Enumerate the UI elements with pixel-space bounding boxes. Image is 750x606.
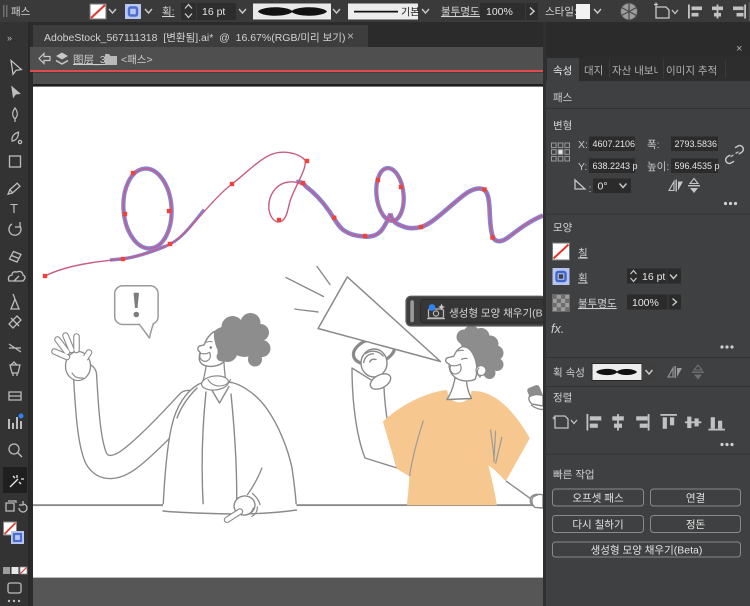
svg-text:획:: 획: — [162, 6, 175, 18]
svg-text:생성형 모양 채우기(Beta): 생성형 모양 채우기(Beta) — [591, 545, 703, 557]
svg-text:획 속성: 획 속성 — [553, 367, 585, 379]
svg-text:칠: 칠 — [578, 248, 588, 260]
svg-text:0°: 0° — [598, 181, 608, 193]
svg-text:스타일:: 스타일: — [545, 5, 577, 18]
svg-text:불투명도: 불투명도 — [578, 298, 617, 310]
svg-text:2793.5836: 2793.5836 — [675, 139, 718, 149]
svg-text:불투명도:: 불투명도: — [441, 6, 483, 18]
svg-text:4607.2106: 4607.2106 — [593, 139, 636, 149]
svg-text:높이:: 높이: — [647, 161, 669, 173]
svg-text:획: 획 — [578, 273, 588, 285]
svg-text:16 pt: 16 pt — [642, 271, 665, 283]
svg-text:기본: 기본 — [401, 7, 419, 19]
svg-text:정렬: 정렬 — [553, 391, 572, 404]
svg-text:폭:: 폭: — [647, 139, 660, 151]
svg-text:정돈: 정돈 — [686, 519, 706, 531]
svg-text:빠른 작업: 빠른 작업 — [553, 468, 595, 481]
svg-text::: : — [589, 183, 592, 195]
svg-text:오프셋 패스: 오프셋 패스 — [572, 493, 624, 505]
svg-text:모양: 모양 — [553, 222, 573, 234]
svg-text:638.2243 p: 638.2243 p — [593, 161, 638, 171]
svg-text:596.4535 p: 596.4535 p — [675, 161, 720, 171]
svg-text:100%: 100% — [632, 297, 659, 309]
svg-text:패스: 패스 — [11, 6, 31, 18]
svg-text:»: » — [7, 33, 12, 43]
svg-text:100%: 100% — [486, 6, 513, 18]
svg-text:연결: 연결 — [686, 493, 705, 505]
svg-text:16 pt: 16 pt — [202, 6, 225, 18]
svg-text:다시 칠하기: 다시 칠하기 — [572, 518, 623, 531]
svg-text:X:: X: — [578, 139, 588, 151]
svg-text:생성형 모양 채우기(B: 생성형 모양 채우기(B — [449, 308, 543, 320]
svg-text:fx.: fx. — [551, 322, 564, 336]
svg-text:T: T — [10, 201, 18, 216]
svg-text:Y:: Y: — [578, 161, 587, 173]
